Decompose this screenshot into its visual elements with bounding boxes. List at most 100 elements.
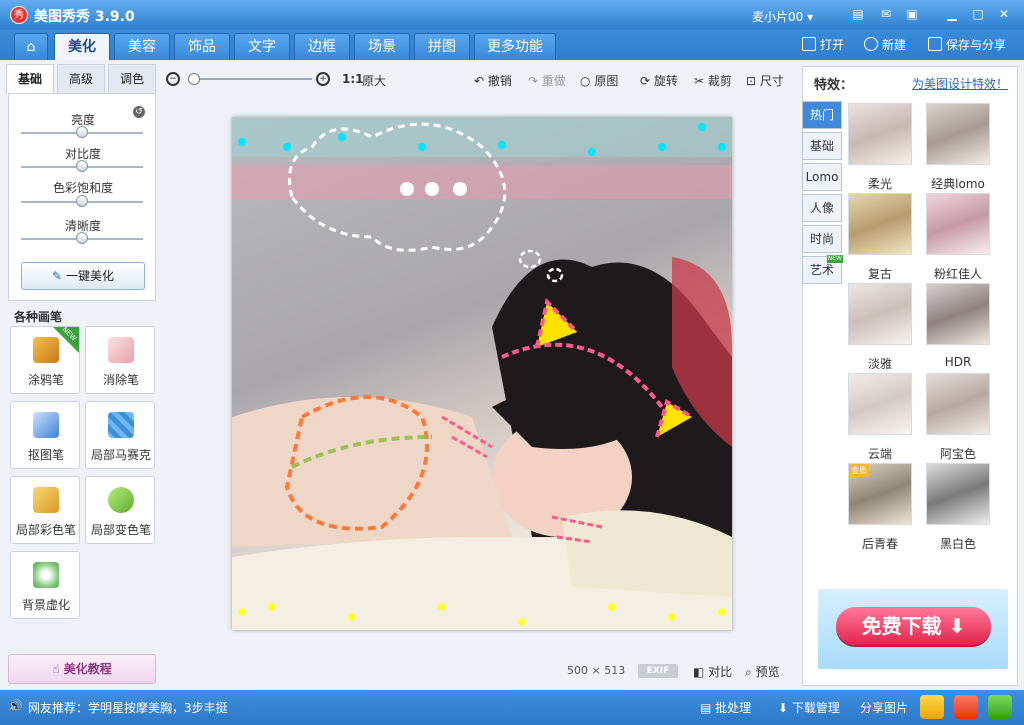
crop-button[interactable]: ✂ 裁剪	[694, 72, 732, 89]
weibo-icon[interactable]	[954, 695, 978, 719]
message-icon[interactable]: ✉	[878, 6, 894, 22]
effect-classic-lomo[interactable]	[926, 103, 990, 165]
beautify-tutorial-button[interactable]: ☝ 美化教程	[8, 654, 156, 684]
plus-icon[interactable]	[988, 695, 1012, 719]
download-icon: ⬇	[778, 701, 789, 715]
tab-collage[interactable]: 拼图	[414, 33, 470, 60]
eraser-brush-button[interactable]: 消除笔	[85, 326, 155, 394]
effect-cloud[interactable]	[848, 373, 912, 435]
zoom-knob[interactable]	[188, 73, 200, 85]
actual-size-button[interactable]: 原大	[362, 72, 386, 89]
free-download-button[interactable]: 免费下载 ⬇	[836, 607, 991, 645]
tab-more[interactable]: 更多功能	[474, 33, 556, 60]
zoom-out-icon[interactable]: −	[166, 72, 180, 86]
star-icon[interactable]	[920, 695, 944, 719]
one-click-beautify-button[interactable]: ✎ 一键美化	[21, 262, 145, 290]
cutout-brush-button[interactable]: 抠图笔	[10, 401, 80, 469]
undo-icon: ↶	[474, 74, 485, 88]
effect-hdr[interactable]	[926, 283, 990, 345]
scissors-icon: ✂	[694, 74, 705, 88]
category-fashion[interactable]: 时尚	[802, 225, 842, 253]
resize-button[interactable]: ⊡ 尺寸	[746, 72, 784, 89]
color-brush-button[interactable]: 局部彩色笔	[10, 476, 80, 544]
zoom-in-icon[interactable]: +	[316, 72, 330, 86]
design-effects-link[interactable]: 为美图设计特效！	[912, 75, 1008, 92]
open-button[interactable]: 打开	[802, 36, 844, 53]
subtab-basic[interactable]: 基础	[6, 64, 54, 94]
download-ad-banner[interactable]: 免费下载 ⬇	[818, 589, 1008, 669]
effect-retro[interactable]	[848, 193, 912, 255]
effect-soft-light[interactable]	[848, 103, 912, 165]
saturation-knob[interactable]	[76, 195, 88, 207]
resize-icon: ⊡	[746, 74, 757, 88]
wand-icon: ✎	[52, 269, 63, 283]
subtab-advanced[interactable]: 高级	[57, 64, 105, 94]
user-menu[interactable]: 麦小片00 ▾	[752, 8, 813, 25]
category-basic[interactable]: 基础	[802, 132, 842, 160]
tab-scene[interactable]: 场景	[354, 33, 410, 60]
menu-icon[interactable]: ▣	[904, 6, 920, 22]
sharpness-knob[interactable]	[76, 232, 88, 244]
doodle-brush-button[interactable]: NEW 涂鸦笔	[10, 325, 80, 394]
speaker-icon: 🔊	[8, 699, 23, 713]
redo-button[interactable]: ↷ 重做	[528, 72, 566, 89]
category-lomo[interactable]: Lomo	[802, 163, 842, 191]
rotate-icon: ⟳	[640, 74, 651, 88]
download-manager-button[interactable]: ⬇ 下载管理	[778, 699, 840, 716]
circle-icon: ○	[580, 74, 591, 88]
background-blur-button[interactable]: 背景虚化	[10, 551, 80, 619]
zoom-slider[interactable]	[188, 73, 312, 85]
mosaic-brush-button[interactable]: 局部马赛克	[85, 401, 155, 469]
maximize-icon[interactable]: □	[970, 6, 986, 22]
batch-button[interactable]: ▤ 批处理	[700, 699, 751, 716]
tab-text[interactable]: 文字	[234, 33, 290, 60]
effect-abao-color[interactable]	[926, 373, 990, 435]
brushes-title: 各种画笔	[14, 310, 63, 324]
tab-frame[interactable]: 边框	[294, 33, 350, 60]
effect-pink-lady[interactable]	[926, 193, 990, 255]
contrast-slider[interactable]	[21, 160, 143, 172]
contrast-knob[interactable]	[76, 160, 88, 172]
basic-adjust-panel: ↺ 亮度 对比度 色彩饱和度 清晰度 ✎ 一键美化	[8, 93, 156, 301]
brightness-slider[interactable]	[21, 126, 143, 138]
plus-icon	[864, 37, 878, 51]
cutout-pen-icon	[33, 412, 59, 438]
recolor-brush-button[interactable]: 局部变色笔	[85, 476, 155, 544]
category-hot[interactable]: 热门	[802, 101, 842, 129]
tab-beautify[interactable]: 美化	[54, 33, 110, 60]
save-share-button[interactable]: 保存与分享	[928, 36, 1006, 53]
effect-elegant[interactable]	[848, 283, 912, 345]
preview-button[interactable]: ⌕ 预览	[745, 663, 780, 680]
save-icon	[928, 37, 942, 51]
tab-accessories[interactable]: 饰品	[174, 33, 230, 60]
original-button[interactable]: ○ 原图	[580, 72, 618, 89]
compare-button[interactable]: ◧ 对比	[693, 663, 732, 680]
effect-black-white[interactable]	[926, 463, 990, 525]
saturation-label: 色彩饱和度	[52, 181, 113, 195]
new-button[interactable]: 新建	[864, 36, 906, 53]
recommend-link[interactable]: 网友推荐：学明星按摩美胸，3步丰挺	[28, 699, 228, 716]
image-toolbar: − + 1:1 原大 ↶ 撤销 ↷ 重做 ○ 原图 ⟳ 旋转 ✂ 裁剪 ⊡ 尺寸	[162, 66, 792, 92]
sharpness-slider[interactable]	[21, 232, 143, 244]
rotate-button[interactable]: ⟳ 旋转	[640, 72, 678, 89]
skin-icon[interactable]: ▤	[850, 6, 866, 22]
undo-button[interactable]: ↶ 撤销	[474, 72, 512, 89]
saturation-slider[interactable]	[21, 195, 143, 207]
download-arrow-icon: ⬇	[948, 614, 966, 638]
new-badge: NEW	[826, 255, 843, 263]
brightness-knob[interactable]	[76, 126, 88, 138]
tab-face[interactable]: 美容	[114, 33, 170, 60]
minimize-icon[interactable]: ▁	[944, 6, 960, 22]
category-portrait[interactable]: 人像	[802, 194, 842, 222]
effect-post-youth[interactable]: 金质	[848, 463, 912, 525]
home-tab[interactable]: ⌂	[14, 33, 48, 60]
close-icon[interactable]: ✕	[996, 6, 1012, 22]
app-title: 美图秀秀 3.9.0	[34, 9, 135, 25]
actual-size-ratio[interactable]: 1:1	[342, 72, 364, 86]
share-image-button[interactable]: 分享图片	[860, 699, 908, 716]
category-art[interactable]: 艺术 NEW	[802, 255, 843, 284]
edited-photo[interactable]	[232, 117, 732, 630]
subtab-color[interactable]: 调色	[108, 64, 156, 94]
exif-button[interactable]: EXIF	[638, 664, 678, 678]
compare-icon: ◧	[693, 665, 705, 679]
